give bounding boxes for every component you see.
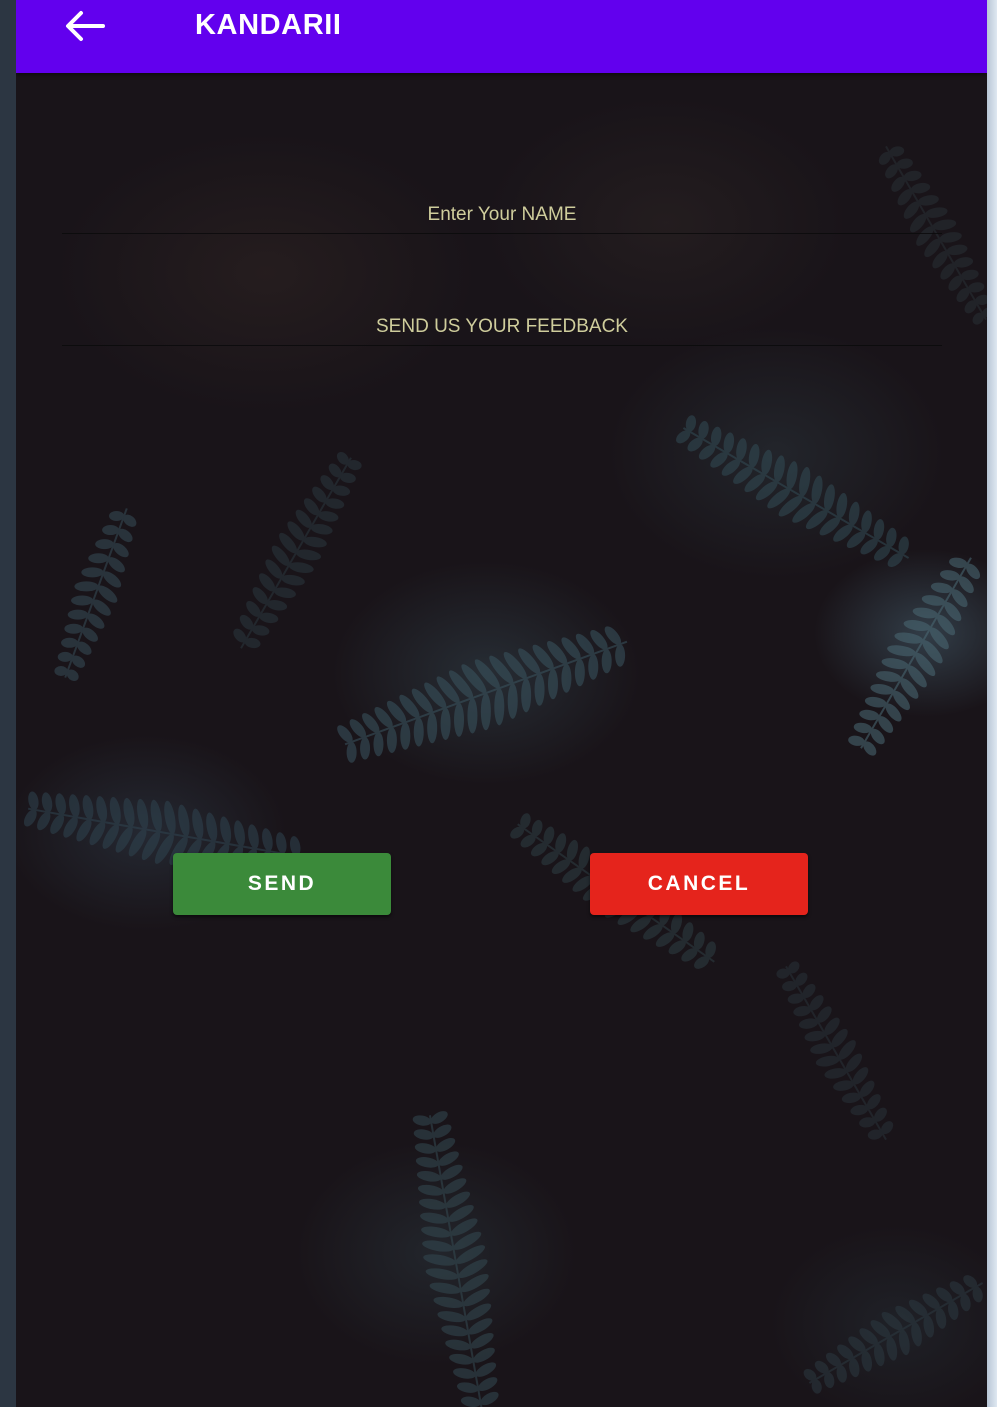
fern-frond: [412, 1111, 499, 1407]
arrow-left-icon: [66, 11, 105, 41]
background-image: [16, 73, 987, 1407]
fern-frond: [233, 451, 362, 649]
fern-frond: [848, 557, 981, 756]
fern-frond: [803, 1275, 984, 1394]
name-input[interactable]: [62, 203, 942, 227]
window-edge-right: [987, 0, 997, 1407]
fern-frond: [776, 961, 894, 1141]
fern-frond: [54, 508, 137, 681]
device-frame: KANDARII SEND CANCEL: [0, 0, 997, 1407]
fern-leaves-background: [23, 145, 987, 1407]
cancel-button[interactable]: CANCEL: [590, 853, 808, 915]
app-bar: KANDARII: [16, 0, 987, 73]
feedback-input[interactable]: [62, 315, 942, 339]
app-title: KANDARII: [195, 9, 342, 41]
fern-frond: [676, 415, 910, 568]
window-edge-left: [0, 0, 16, 1407]
feedback-field[interactable]: [62, 309, 942, 346]
app-screen: KANDARII SEND CANCEL: [16, 0, 987, 1407]
fern-frond: [337, 626, 628, 763]
back-button[interactable]: [60, 6, 110, 46]
send-button[interactable]: SEND: [173, 853, 391, 915]
name-field[interactable]: [62, 197, 942, 234]
